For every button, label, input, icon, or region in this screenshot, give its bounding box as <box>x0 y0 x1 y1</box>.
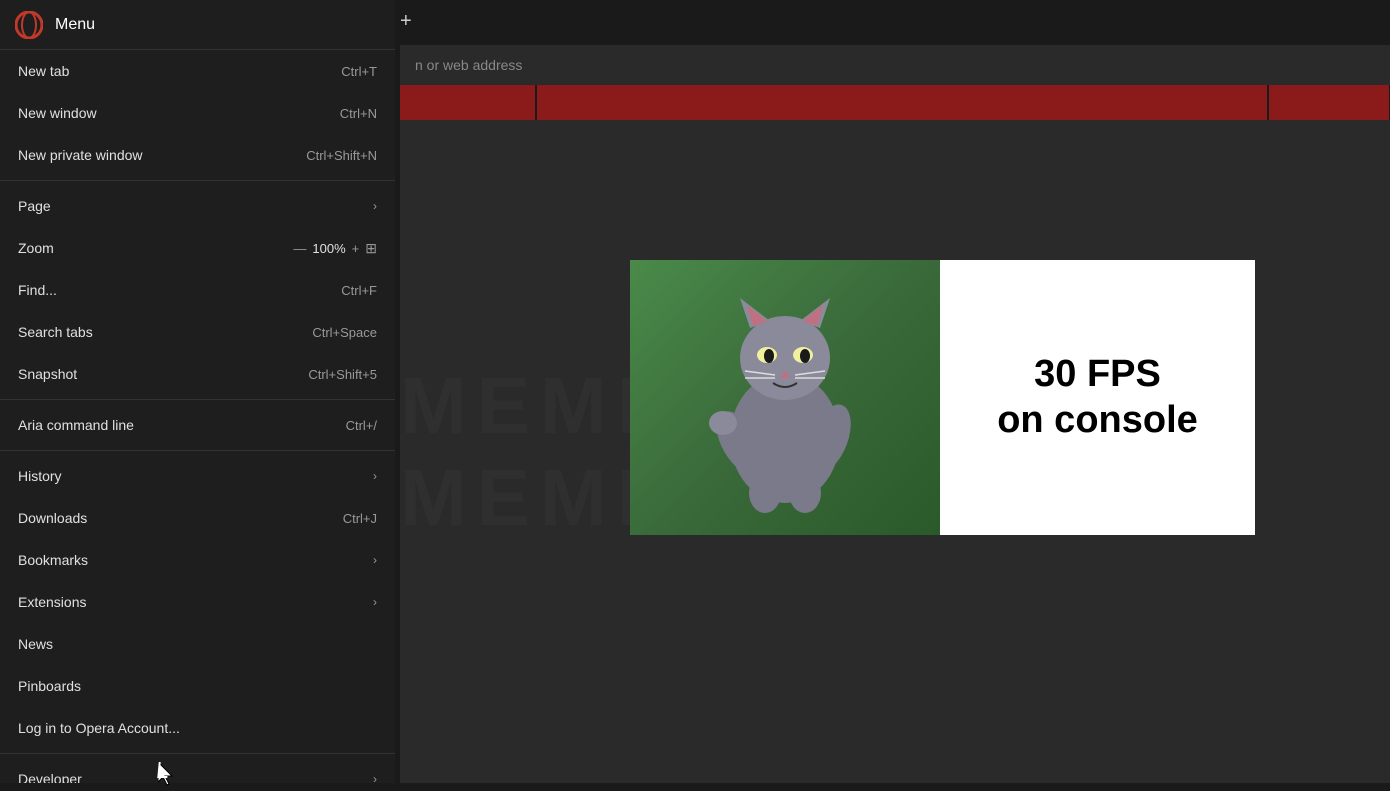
divider-3 <box>0 450 395 451</box>
new-tab-button[interactable]: + <box>400 10 412 33</box>
menu-item-aria[interactable]: Aria command line Ctrl+/ <box>0 404 395 446</box>
divider-2 <box>0 399 395 400</box>
cat-image <box>630 260 940 535</box>
menu-title: Menu <box>55 16 95 34</box>
menu-item-history[interactable]: History › <box>0 455 395 497</box>
meme-text: 30 FPS on console <box>987 342 1208 453</box>
menu-item-pinboards[interactable]: Pinboards <box>0 665 395 707</box>
bookmark-tab-1[interactable] <box>400 85 535 120</box>
bookmark-tab-3[interactable] <box>1269 85 1389 120</box>
address-bar[interactable]: n or web address <box>400 45 1390 85</box>
menu-item-downloads[interactable]: Downloads Ctrl+J <box>0 497 395 539</box>
menu-overlay: Menu New tab Ctrl+T New window Ctrl+N Ne… <box>0 0 395 783</box>
menu-item-snapshot[interactable]: Snapshot Ctrl+Shift+5 <box>0 353 395 395</box>
menu-item-extensions[interactable]: Extensions › <box>0 581 395 623</box>
extensions-arrow: › <box>373 595 377 609</box>
zoom-controls: — 100% + ⊞ <box>293 240 377 257</box>
menu-item-new-window[interactable]: New window Ctrl+N <box>0 92 395 134</box>
zoom-value: 100% <box>312 241 345 256</box>
menu-item-new-tab[interactable]: New tab Ctrl+T <box>0 50 395 92</box>
menu-item-login[interactable]: Log in to Opera Account... <box>0 707 395 749</box>
opera-logo <box>15 11 43 39</box>
meme-left-panel <box>630 260 940 535</box>
menu-header: Menu <box>0 0 395 50</box>
meme-image: 30 FPS on console <box>630 260 1255 535</box>
menu-item-search-tabs[interactable]: Search tabs Ctrl+Space <box>0 311 395 353</box>
address-text: n or web address <box>415 57 522 73</box>
menu-item-zoom[interactable]: Zoom — 100% + ⊞ <box>0 227 395 269</box>
cat-silhouette-svg <box>685 283 885 513</box>
menu-item-find[interactable]: Find... Ctrl+F <box>0 269 395 311</box>
bookmarks-bar <box>400 85 1390 120</box>
menu-item-bookmarks[interactable]: Bookmarks › <box>0 539 395 581</box>
menu-item-developer[interactable]: Developer › <box>0 758 395 783</box>
divider-1 <box>0 180 395 181</box>
menu-item-news[interactable]: News <box>0 623 395 665</box>
developer-arrow: › <box>373 772 377 783</box>
page-arrow: › <box>373 199 377 213</box>
menu-item-page[interactable]: Page › <box>0 185 395 227</box>
zoom-fullscreen[interactable]: ⊞ <box>365 240 377 257</box>
meme-line2: on console <box>997 399 1198 441</box>
zoom-minus[interactable]: — <box>293 241 306 256</box>
menu-items-container: New tab Ctrl+T New window Ctrl+N New pri… <box>0 50 395 783</box>
menu-item-new-private-window[interactable]: New private window Ctrl+Shift+N <box>0 134 395 176</box>
divider-4 <box>0 753 395 754</box>
bookmarks-arrow: › <box>373 553 377 567</box>
history-arrow: › <box>373 469 377 483</box>
bookmark-tab-2[interactable] <box>537 85 1267 120</box>
zoom-plus[interactable]: + <box>352 241 360 256</box>
meme-line1: 30 FPS <box>1034 353 1161 395</box>
meme-right-panel: 30 FPS on console <box>940 260 1255 535</box>
